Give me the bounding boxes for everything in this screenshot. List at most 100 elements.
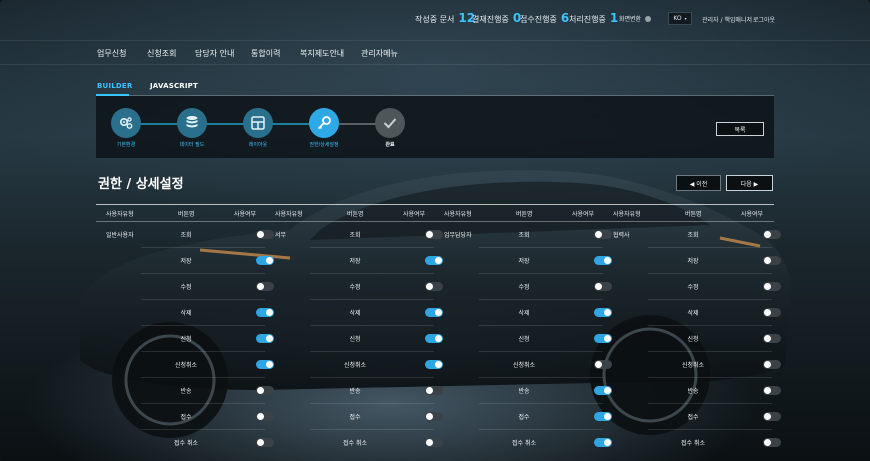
row-divider [310, 273, 434, 274]
stat-processing[interactable]: 처리진행중 1 [569, 11, 618, 25]
row-divider [648, 429, 772, 430]
user-type-cell: 업무담당자 [444, 232, 472, 239]
use-toggle[interactable] [594, 230, 612, 239]
use-toggle[interactable] [256, 308, 274, 317]
stat-receipt[interactable]: 접수진행중 6 [520, 11, 569, 25]
language-select[interactable]: KO ▾ [668, 12, 692, 25]
use-toggle[interactable] [763, 438, 781, 447]
use-toggle[interactable] [594, 438, 612, 447]
nav-item-welfare-guide[interactable]: 복지제도안내 [300, 48, 344, 59]
step-layout[interactable] [243, 108, 273, 138]
row-divider [310, 377, 434, 378]
button-name-cell: 삭제 [349, 310, 361, 317]
button-name-cell: 신청 [518, 336, 530, 343]
nav-item-application[interactable]: 업무신청 [97, 48, 126, 59]
use-toggle[interactable] [425, 282, 443, 291]
use-toggle[interactable] [425, 230, 443, 239]
next-button[interactable]: 다음 ▶ [726, 175, 773, 191]
use-toggle[interactable] [256, 360, 274, 369]
use-toggle[interactable] [763, 282, 781, 291]
toggle-dot-icon [645, 15, 652, 22]
nav-item-admin-menu[interactable]: 관리자메뉴 [361, 48, 398, 59]
use-toggle[interactable] [763, 334, 781, 343]
stat-label: 작성중 문서 [415, 15, 455, 24]
toggle-knob [764, 439, 771, 446]
toggle-knob [595, 361, 602, 368]
nav-item-manager-guide[interactable]: 담당자 안내 [195, 48, 234, 59]
use-toggle[interactable] [256, 230, 274, 239]
use-toggle[interactable] [256, 256, 274, 265]
use-toggle[interactable] [594, 360, 612, 369]
button-name-cell: 신청 [349, 336, 361, 343]
list-button[interactable]: 목록 [716, 122, 764, 136]
toggle-knob [604, 413, 611, 420]
use-toggle[interactable] [763, 308, 781, 317]
use-toggle[interactable] [594, 282, 612, 291]
toggle-knob [595, 283, 602, 290]
use-toggle[interactable] [425, 438, 443, 447]
use-toggle[interactable] [425, 386, 443, 395]
use-toggle[interactable] [594, 412, 612, 421]
logout-link[interactable]: 로그아웃 [753, 15, 775, 24]
table-header-border [96, 221, 774, 222]
user-info: 관리자 / 책임매니저 [702, 17, 752, 24]
toggle-knob [764, 335, 771, 342]
use-toggle[interactable] [763, 412, 781, 421]
tab-javascript[interactable]: JAVASCRIPT [150, 82, 198, 90]
row-divider [310, 325, 434, 326]
button-name-cell: 저장 [180, 258, 192, 265]
prev-button[interactable]: ◀ 이전 [676, 175, 721, 191]
button-name-cell: 반송 [518, 388, 530, 395]
stat-label: 결재진행중 [472, 15, 509, 24]
row-divider [648, 325, 772, 326]
step-complete[interactable] [375, 108, 405, 138]
step-permission[interactable] [309, 108, 339, 138]
use-toggle[interactable] [256, 282, 274, 291]
use-toggle[interactable] [763, 256, 781, 265]
use-toggle[interactable] [763, 360, 781, 369]
use-toggle[interactable] [256, 334, 274, 343]
nav-item-history[interactable]: 통합이력 [251, 48, 280, 59]
stat-drafting[interactable]: 작성중 문서 12 [415, 11, 475, 25]
stat-count: 6 [560, 11, 570, 25]
use-toggle[interactable] [425, 308, 443, 317]
toggle-knob [426, 283, 433, 290]
use-toggle[interactable] [763, 386, 781, 395]
use-toggle[interactable] [425, 256, 443, 265]
tab-builder[interactable]: BUILDER [97, 82, 132, 90]
button-name-cell: 반송 [349, 388, 361, 395]
row-divider [141, 325, 265, 326]
column-header: 버튼명 [516, 211, 533, 218]
use-toggle[interactable] [763, 230, 781, 239]
button-name-cell: 조회 [180, 232, 192, 239]
toggle-knob [604, 257, 611, 264]
builder-stepper: 기본환경 데이터 필드 레이아웃 권한/상세설정 완료 목록 [96, 96, 774, 158]
table-top-border [96, 204, 774, 205]
use-toggle[interactable] [256, 386, 274, 395]
use-toggle[interactable] [594, 256, 612, 265]
toggle-knob [426, 439, 433, 446]
column-header: 사용자유형 [106, 211, 134, 218]
button-name-cell: 조회 [518, 232, 530, 239]
use-toggle[interactable] [425, 412, 443, 421]
button-name-cell: 수정 [687, 284, 699, 291]
use-toggle[interactable] [594, 386, 612, 395]
step-basic-env[interactable] [111, 108, 141, 138]
row-divider [310, 351, 434, 352]
use-toggle[interactable] [256, 438, 274, 447]
row-divider [310, 299, 434, 300]
use-toggle[interactable] [594, 308, 612, 317]
column-header: 버튼명 [347, 211, 364, 218]
use-toggle[interactable] [425, 360, 443, 369]
stat-approval[interactable]: 결재진행중 0 [472, 11, 521, 25]
step-data-field[interactable] [177, 108, 207, 138]
row-divider [648, 403, 772, 404]
use-toggle[interactable] [425, 334, 443, 343]
screen-switch-toggle[interactable]: 화면변환 [619, 14, 652, 23]
use-toggle[interactable] [594, 334, 612, 343]
nav-item-inquiry[interactable]: 신청조회 [147, 48, 176, 59]
button-name-cell: 수정 [180, 284, 192, 291]
column-header: 사용여부 [572, 211, 595, 218]
use-toggle[interactable] [256, 412, 274, 421]
row-divider [310, 247, 434, 248]
